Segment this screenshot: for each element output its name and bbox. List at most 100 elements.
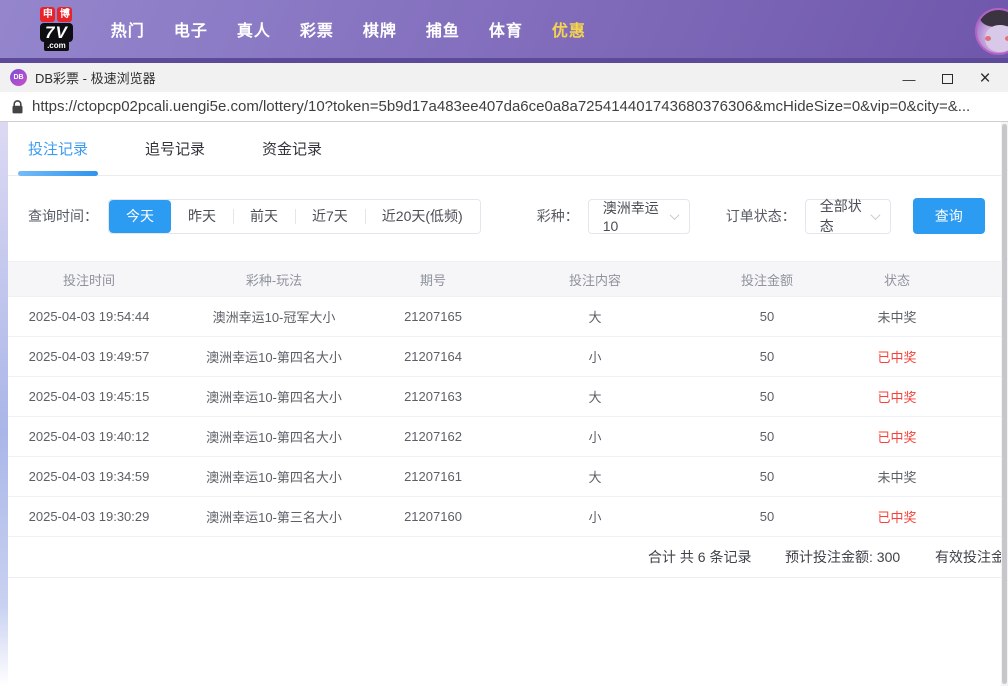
- brand-logo[interactable]: 申 博 7V .com: [40, 7, 73, 51]
- cell-amount: 50: [702, 349, 832, 364]
- cell-game: 澳洲幸运10-第四名大小: [170, 387, 378, 406]
- cell-amount: 50: [702, 469, 832, 484]
- status-select-value: 全部状态: [820, 196, 872, 236]
- table-row: 2025-04-03 19:49:57 澳洲幸运10-第四名大小 2120716…: [8, 337, 1008, 377]
- cell-game: 澳洲幸运10-冠军大小: [170, 307, 378, 326]
- time-filter-label: 查询时间：: [28, 206, 98, 226]
- lottery-select-value: 澳洲幸运10: [603, 198, 671, 234]
- brand-main-text: 7V: [40, 23, 73, 42]
- col-header-status: 状态: [832, 270, 962, 289]
- nav-item-slots[interactable]: 电子: [174, 17, 208, 41]
- time-option-day-before[interactable]: 前天: [233, 200, 295, 233]
- cell-game: 澳洲幸运10-第三名大小: [170, 507, 378, 526]
- avatar-hair-bun: [983, 8, 993, 17]
- minimize-button[interactable]: —: [890, 66, 928, 92]
- nav-item-promotions[interactable]: 优惠: [552, 17, 586, 41]
- site-top-nav: 申 博 7V .com 热门 电子 真人 彩票 棋牌 捕鱼 体育 优惠: [0, 0, 1008, 63]
- close-button[interactable]: ×: [966, 66, 1004, 92]
- tab-bet-records[interactable]: 投注记录: [28, 122, 88, 175]
- nav-item-live[interactable]: 真人: [237, 17, 271, 41]
- time-option-yesterday[interactable]: 昨天: [171, 200, 233, 233]
- cell-content: 大: [488, 307, 702, 326]
- cell-bet-time: 2025-04-03 19:54:44: [8, 309, 170, 324]
- vertical-scrollbar[interactable]: [1001, 122, 1008, 686]
- cell-game: 澳洲幸运10-第四名大小: [170, 347, 378, 366]
- nav-item-sports[interactable]: 体育: [489, 17, 523, 41]
- record-tab-bar: 投注记录 追号记录 资金记录: [8, 122, 1008, 176]
- avatar-blush: [985, 36, 991, 41]
- maximize-button[interactable]: [928, 66, 966, 92]
- cell-status: 已中奖: [832, 507, 962, 526]
- filter-bar: 查询时间： 今天 昨天 前天 近7天 近20天(低频) 彩种： 澳洲幸运10 订…: [28, 198, 1008, 234]
- main-menu: 热门 电子 真人 彩票 棋牌 捕鱼 体育 优惠: [111, 17, 586, 41]
- cell-status: 未中奖: [832, 307, 962, 326]
- table-row: 2025-04-03 19:34:59 澳洲幸运10-第四名大小 2120716…: [8, 457, 1008, 497]
- cell-bet-time: 2025-04-03 19:30:29: [8, 509, 170, 524]
- cell-content: 小: [488, 507, 702, 526]
- cell-content: 大: [488, 387, 702, 406]
- active-tab-underline: [18, 171, 98, 176]
- page-content: 投注记录 追号记录 资金记录 查询时间： 今天 昨天 前天 近7天 近20天(低…: [0, 122, 1008, 686]
- cell-game: 澳洲幸运10-第四名大小: [170, 427, 378, 446]
- brand-badges: 申 博: [40, 7, 72, 22]
- time-range-group: 今天 昨天 前天 近7天 近20天(低频): [108, 199, 481, 234]
- tab-label: 追号记录: [145, 138, 205, 159]
- status-filter-label: 订单状态：: [726, 206, 796, 226]
- lock-icon: [12, 100, 23, 114]
- chevron-down-icon: [669, 210, 679, 220]
- brand-badge-left: 申: [40, 7, 55, 22]
- tab-fund-records[interactable]: 资金记录: [262, 122, 322, 175]
- nav-item-hot[interactable]: 热门: [111, 17, 145, 41]
- maximize-icon: [942, 74, 953, 84]
- cell-status: 已中奖: [832, 387, 962, 406]
- summary-valid-amount: 有效投注金: [935, 537, 1005, 578]
- cell-status: 已中奖: [832, 427, 962, 446]
- col-header-amount: 投注金额: [702, 270, 832, 289]
- table-row: 2025-04-03 19:45:15 澳洲幸运10-第四名大小 2120716…: [8, 377, 1008, 417]
- address-bar[interactable]: https://ctopcp02pcali.uengi5e.com/lotter…: [0, 92, 1008, 122]
- search-button[interactable]: 查询: [913, 198, 985, 234]
- table-row: 2025-04-03 19:30:29 澳洲幸运10-第三名大小 2120716…: [8, 497, 1008, 537]
- order-status-select[interactable]: 全部状态: [805, 199, 891, 234]
- tab-label: 投注记录: [28, 138, 88, 159]
- nav-item-board-games[interactable]: 棋牌: [363, 17, 397, 41]
- window-title: DB彩票 - 极速浏览器: [35, 68, 156, 87]
- cell-content: 小: [488, 347, 702, 366]
- browser-titlebar: DB DB彩票 - 极速浏览器: [0, 63, 1008, 92]
- bet-records-table: 投注时间 彩种-玩法 期号 投注内容 投注金额 状态 2025-04-03 19…: [8, 261, 1008, 578]
- cell-amount: 50: [702, 429, 832, 444]
- cell-bet-time: 2025-04-03 19:49:57: [8, 349, 170, 364]
- time-option-last-7-days[interactable]: 近7天: [295, 200, 365, 233]
- user-avatar[interactable]: [975, 8, 1008, 55]
- site-favicon-icon: DB: [10, 69, 27, 86]
- col-header-time: 投注时间: [8, 270, 170, 289]
- col-header-issue: 期号: [378, 270, 488, 289]
- cell-bet-time: 2025-04-03 19:34:59: [8, 469, 170, 484]
- cell-issue: 21207163: [378, 389, 488, 404]
- nav-item-fishing[interactable]: 捕鱼: [426, 17, 460, 41]
- col-header-game: 彩种-玩法: [170, 270, 378, 289]
- time-option-last-20-days[interactable]: 近20天(低频): [365, 200, 480, 233]
- table-header-row: 投注时间 彩种-玩法 期号 投注内容 投注金额 状态: [8, 261, 1008, 297]
- cell-status: 未中奖: [832, 467, 962, 486]
- cell-issue: 21207161: [378, 469, 488, 484]
- url-text: https://ctopcp02pcali.uengi5e.com/lotter…: [32, 98, 970, 115]
- scrollbar-thumb[interactable]: [1002, 124, 1007, 684]
- page-edge-gradient: [0, 122, 8, 686]
- lottery-select[interactable]: 澳洲幸运10: [588, 199, 690, 234]
- lottery-filter-label: 彩种：: [537, 206, 579, 226]
- cell-amount: 50: [702, 509, 832, 524]
- brand-badge-right: 博: [57, 7, 72, 22]
- cell-issue: 21207164: [378, 349, 488, 364]
- summary-record-count: 合计 共 6 条记录: [648, 537, 751, 578]
- cell-amount: 50: [702, 309, 832, 324]
- cell-content: 小: [488, 427, 702, 446]
- tab-chase-records[interactable]: 追号记录: [145, 122, 205, 175]
- chevron-down-icon: [870, 210, 880, 220]
- nav-item-lottery[interactable]: 彩票: [300, 17, 334, 41]
- cell-status: 已中奖: [832, 347, 962, 366]
- table-row: 2025-04-03 19:40:12 澳洲幸运10-第四名大小 2120716…: [8, 417, 1008, 457]
- cell-bet-time: 2025-04-03 19:40:12: [8, 429, 170, 444]
- col-header-content: 投注内容: [488, 270, 702, 289]
- time-option-today[interactable]: 今天: [109, 200, 171, 233]
